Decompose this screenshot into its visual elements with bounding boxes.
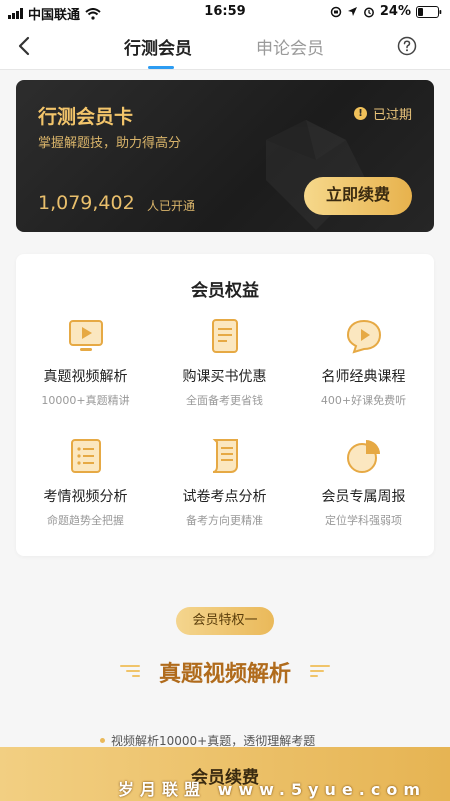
expired-status: ! 已过期: [353, 104, 412, 123]
benefit-item[interactable]: 考情视频分析 命题趋势全把握: [16, 436, 155, 528]
benefit-item[interactable]: 名师经典课程 400+好课免费听: [294, 316, 433, 408]
battery-percent: 24%: [379, 4, 411, 19]
tab-xingce[interactable]: 行测会员: [124, 34, 192, 59]
member-card: 行测会员卡 掌握解题技，助力得高分 ! 已过期 1,079,402 人已开通 立…: [16, 80, 434, 232]
help-icon[interactable]: [397, 36, 417, 56]
renew-now-button[interactable]: 立即续费: [304, 177, 412, 215]
site-watermark: 岁月联盟 www.5yue.com: [118, 780, 427, 799]
alarm-icon: [363, 7, 374, 17]
location-icon: [347, 7, 357, 16]
member-count: 1,079,402: [38, 192, 135, 214]
benefit-item[interactable]: 会员专属周报 定位学科强弱项: [294, 436, 433, 528]
benefit-item[interactable]: 购课买书优惠 全面备考更省钱: [155, 316, 294, 408]
benefit-item[interactable]: 真题视频解析 10000+真题精讲: [16, 316, 155, 408]
book-document-icon: [211, 319, 238, 353]
list-document-icon: [70, 439, 101, 473]
expired-label: 已过期: [372, 108, 412, 123]
status-bar: 中国联通 16:59 24%: [0, 0, 450, 24]
benefits-title: 会员权益: [191, 281, 259, 301]
benefits-panel: 会员权益 真题视频解析 10000+真题精讲 购课买书优惠 全面备考更省钱 名师…: [16, 254, 434, 556]
rotation-lock-icon: [330, 6, 342, 17]
page: 中国联通 16:59 24% 行测会员 申论会员 行测会员卡 掌握解题技，助力得…: [0, 0, 450, 801]
benefit-item[interactable]: 试卷考点分析 备考方向更精准: [155, 436, 294, 528]
tab-shenlun[interactable]: 申论会员: [256, 34, 324, 59]
privilege-title: 真题视频解析: [158, 662, 291, 687]
scroll-paper-icon: [212, 439, 238, 473]
pie-chart-icon: [346, 440, 380, 473]
member-count-suffix: 人已开通: [147, 199, 196, 213]
active-tab-indicator: [148, 66, 174, 69]
card-subtitle: 掌握解题技，助力得高分: [38, 136, 182, 151]
battery-icon: [416, 5, 442, 18]
bullet-dot-icon: [100, 738, 105, 743]
back-arrow-icon[interactable]: [14, 34, 36, 58]
status-right: 24%: [330, 4, 442, 19]
privilege-badge: 会员特权一: [176, 607, 274, 635]
play-bubble-icon: [346, 319, 381, 354]
card-title: 行测会员卡: [38, 106, 134, 128]
top-nav: 行测会员 申论会员: [0, 24, 450, 70]
exclamation-icon: !: [353, 107, 367, 120]
title-decoration-right-icon: [310, 665, 330, 677]
video-screen-icon: [68, 320, 103, 351]
